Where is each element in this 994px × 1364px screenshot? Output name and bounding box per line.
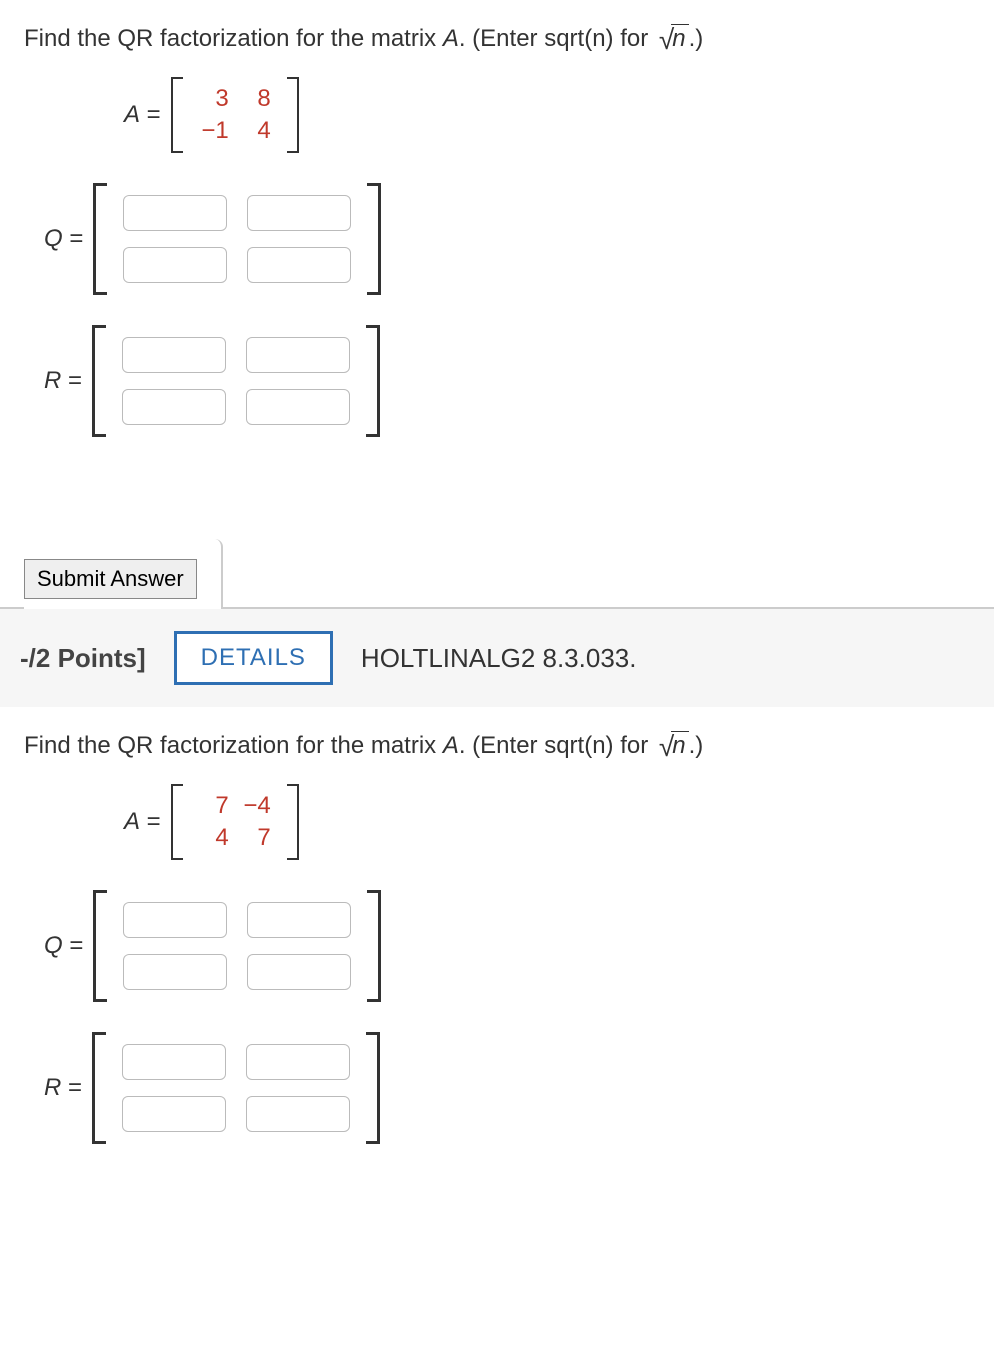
bracket-left-icon [92,325,106,437]
bracket-left-icon [171,784,183,860]
problem-2: Find the QR factorization for the matrix… [0,707,994,1204]
q-input-21[interactable] [123,954,227,990]
a-cell: −4 [241,792,271,820]
matrix-r [92,325,380,437]
prompt-tail: . (Enter sqrt(n) for [459,25,655,52]
sqrt-var: n [671,24,688,52]
bracket-right-icon [367,890,381,1002]
bracket-right-icon [366,1032,380,1144]
r-input-21[interactable] [122,389,226,425]
bracket-left-icon [93,183,107,295]
question-header: -/2 Points] DETAILS HOLTLINALG2 8.3.033. [0,609,994,707]
bracket-left-icon [171,77,183,153]
r-input-22[interactable] [246,389,350,425]
prompt-close: .) [689,25,704,52]
r-input-21[interactable] [122,1096,226,1132]
a-cell: 4 [199,824,229,852]
prompt-tail: . (Enter sqrt(n) for [459,732,655,759]
bracket-right-icon [287,784,299,860]
r-input-11[interactable] [122,337,226,373]
matrix-q [93,183,381,295]
prompt: Find the QR factorization for the matrix… [24,727,970,766]
prompt: Find the QR factorization for the matrix… [24,20,970,59]
sqrt-expr: √n [659,727,689,766]
a-cell: 4 [241,117,271,145]
matrix-a-row: A = 3 8 −1 4 [124,77,970,153]
q-input-21[interactable] [123,247,227,283]
q-input-11[interactable] [123,195,227,231]
a-label: A = [124,101,161,129]
matrix-r-row: R = [44,325,970,437]
a-cell: 8 [241,85,271,113]
matrix-q-row: Q = [44,890,970,1002]
question-source: HOLTLINALG2 8.3.033. [361,643,637,674]
r-label: R = [44,1074,82,1102]
q-label: Q = [44,225,83,253]
points-label: -/2 Points] [20,643,146,674]
matrix-a: 7 −4 4 7 [171,784,299,860]
a-cell: 3 [199,85,229,113]
matrix-r-row: R = [44,1032,970,1144]
matrix-q [93,890,381,1002]
q-label: Q = [44,932,83,960]
r-input-12[interactable] [246,1044,350,1080]
a-cell: 7 [241,824,271,852]
submit-button[interactable]: Submit Answer [24,559,197,599]
q-input-12[interactable] [247,902,351,938]
details-button[interactable]: DETAILS [174,631,333,685]
matrix-q-row: Q = [44,183,970,295]
bracket-left-icon [92,1032,106,1144]
matrix-r [92,1032,380,1144]
sqrt-expr: √n [659,20,689,59]
submit-area: Submit Answer [0,537,994,609]
q-input-11[interactable] [123,902,227,938]
prompt-text: Find the QR factorization for the matrix [24,732,443,759]
matrix-a-row: A = 7 −4 4 7 [124,784,970,860]
q-input-22[interactable] [247,954,351,990]
bracket-left-icon [93,890,107,1002]
r-input-11[interactable] [122,1044,226,1080]
q-input-22[interactable] [247,247,351,283]
bracket-right-icon [287,77,299,153]
prompt-close: .) [689,732,704,759]
r-label: R = [44,367,82,395]
prompt-text: Find the QR factorization for the matrix [24,25,443,52]
problem-1: Find the QR factorization for the matrix… [0,0,994,497]
prompt-var: A [443,25,459,52]
matrix-a: 3 8 −1 4 [171,77,299,153]
a-cell: −1 [199,117,229,145]
q-input-12[interactable] [247,195,351,231]
a-cell: 7 [199,792,229,820]
r-input-22[interactable] [246,1096,350,1132]
sqrt-var: n [671,731,688,759]
a-label: A = [124,808,161,836]
bracket-right-icon [366,325,380,437]
bracket-right-icon [367,183,381,295]
prompt-var: A [443,732,459,759]
r-input-12[interactable] [246,337,350,373]
